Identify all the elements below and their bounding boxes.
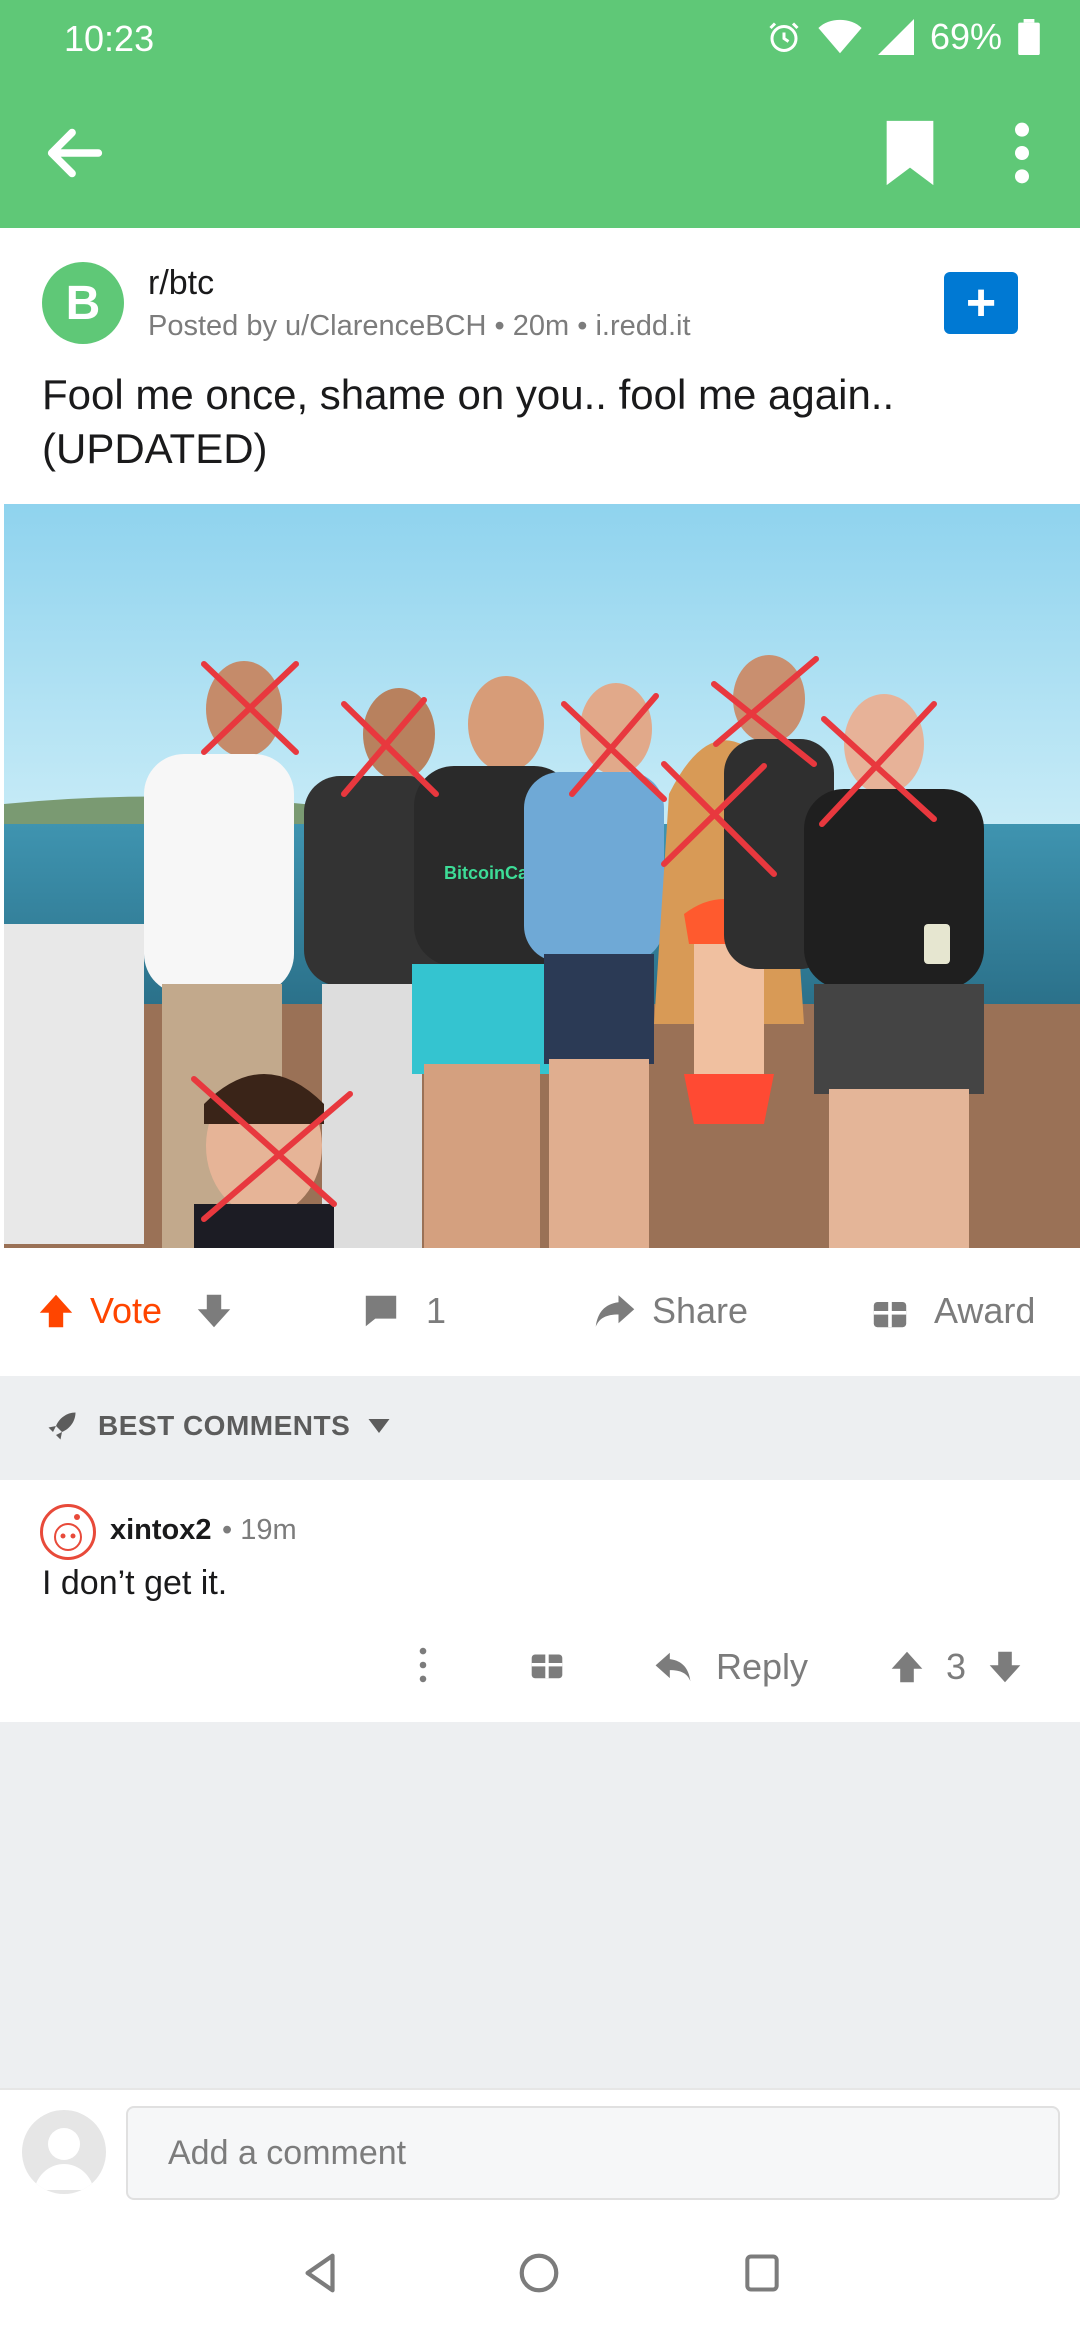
system-nav-bar (0, 2208, 1080, 2340)
more-vertical-icon[interactable] (1000, 118, 1044, 188)
post-meta: Posted by u/ClarenceBCH • 20m • i.redd.i… (148, 310, 691, 342)
bitcoin-cash-logo-icon: B (65, 276, 101, 330)
snoo-avatar-icon (54, 1514, 82, 1551)
nav-back-icon[interactable] (298, 2250, 344, 2296)
reply-button[interactable]: Reply (654, 1646, 808, 1688)
downvote-icon[interactable] (988, 1649, 1022, 1685)
status-icons: 69% (766, 16, 1040, 58)
post-photo: BitcoinCash (4, 504, 1080, 1248)
comment-count: 1 (426, 1290, 447, 1331)
comment-sort-bar: BEST COMMENTS (0, 1376, 1080, 1480)
award-label: Award (934, 1290, 1036, 1331)
comments-button[interactable]: 1 (362, 1290, 446, 1332)
comment-author[interactable]: xintox2 (110, 1514, 212, 1547)
comment-icon (365, 1295, 397, 1327)
share-label: Share (652, 1290, 749, 1331)
post-header: B r/btc Posted by u/ClarenceBCH • 20m • … (0, 228, 1080, 504)
vote-label: Vote (90, 1290, 163, 1331)
wifi-icon (818, 19, 862, 54)
comment-score: 3 (946, 1646, 967, 1687)
default-avatar-icon (34, 2128, 94, 2190)
user-avatar (22, 2110, 106, 2194)
gift-icon (873, 1298, 907, 1328)
comment-composer: Add a comment (0, 2088, 1080, 2208)
subreddit-icon[interactable]: B (42, 262, 124, 344)
empty-area (0, 1722, 1080, 2088)
share-arrow-icon (595, 1295, 635, 1327)
gift-icon[interactable] (530, 1646, 564, 1680)
reply-arrow-icon (655, 1652, 691, 1682)
battery-icon (1018, 19, 1040, 55)
chevron-down-icon (368, 1419, 390, 1433)
nav-home-icon[interactable] (516, 2250, 562, 2296)
comment-avatar[interactable] (40, 1504, 96, 1560)
post-title[interactable]: Fool me once, shame on you.. fool me aga… (42, 368, 1042, 476)
upvote-icon[interactable] (38, 1292, 74, 1330)
comment-vote: 3 (890, 1646, 1022, 1688)
comment-body: I don’t get it. (42, 1564, 228, 1602)
nav-recents-icon[interactable] (740, 2250, 784, 2296)
status-time: 10:23 (64, 18, 155, 59)
post-actions: Vote 1 Share Award (0, 1248, 1080, 1376)
downvote-icon[interactable] (196, 1292, 232, 1330)
sort-label: BEST COMMENTS (98, 1410, 351, 1441)
back-arrow-icon[interactable] (40, 118, 110, 188)
signal-icon (877, 19, 914, 55)
share-button[interactable]: Share (594, 1290, 748, 1332)
comment-time: • 19m (222, 1514, 297, 1546)
sort-selector[interactable]: BEST COMMENTS (44, 1408, 390, 1444)
battery-percent: 69% (929, 16, 1002, 57)
subreddit-name[interactable]: r/btc (148, 264, 214, 303)
alarm-icon (769, 22, 799, 52)
rocket-icon (48, 1412, 76, 1440)
award-button[interactable]: Award (872, 1290, 1035, 1332)
more-vertical-icon[interactable] (416, 1646, 430, 1684)
bookmark-icon[interactable] (880, 118, 940, 188)
upvote-icon[interactable] (890, 1649, 924, 1685)
comment: xintox2 • 19m I don’t get it. Reply 3 (0, 1480, 1080, 1722)
status-bar: 10:23 69% (0, 0, 1080, 80)
post-image[interactable]: BitcoinCash (4, 504, 1080, 1248)
app-bar (0, 80, 1080, 228)
vote-control: Vote (38, 1290, 232, 1332)
join-button[interactable]: + (944, 272, 1018, 334)
add-comment-input[interactable]: Add a comment (126, 2106, 1060, 2200)
reply-label: Reply (716, 1646, 809, 1687)
comment-actions: Reply 3 (0, 1646, 1080, 1696)
